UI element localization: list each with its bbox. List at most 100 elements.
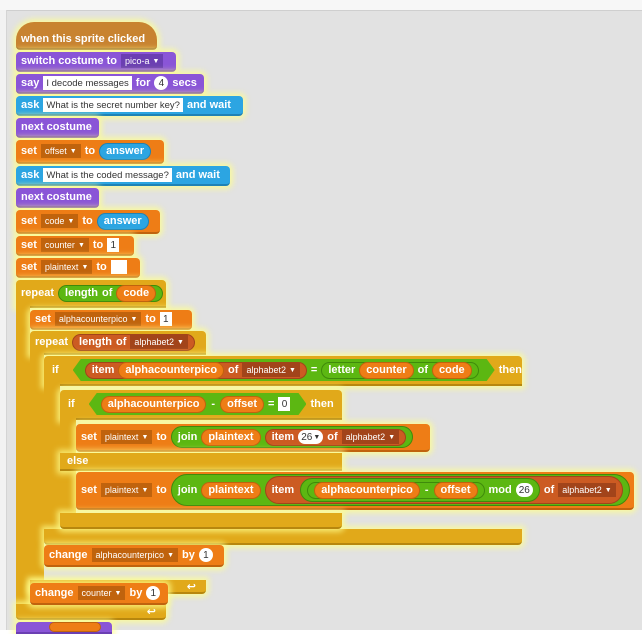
minus-sign: - — [211, 398, 216, 410]
question-input[interactable]: What is the coded message? — [43, 168, 172, 182]
variable-value: plaintext — [104, 485, 139, 495]
variable-value: plaintext — [44, 262, 79, 272]
if-footer — [44, 529, 522, 545]
when-sprite-clicked-block[interactable]: when this sprite clicked — [16, 22, 157, 50]
offset-reporter[interactable]: offset — [433, 481, 478, 499]
repeat-block[interactable]: repeat length of code — [16, 280, 166, 308]
variable-value: plaintext — [104, 432, 139, 442]
answer-reporter[interactable]: answer — [99, 142, 152, 160]
ask-and-wait-block[interactable]: ask What is the secret number key? and w… — [16, 96, 243, 116]
say-for-secs-block[interactable]: say I decode messages for 4 secs — [16, 74, 204, 94]
alphacounterpico-reporter[interactable]: alphacounterpico — [314, 481, 420, 499]
code-reporter[interactable]: code — [432, 362, 472, 379]
alphacounterpico-reporter[interactable]: alphacounterpico — [118, 362, 224, 379]
variable-dropdown[interactable]: plaintext ▼ — [40, 260, 93, 274]
set-variable-block[interactable]: set plaintext ▼ to join plaintext item al… — [76, 472, 634, 510]
next-costume-block[interactable]: next costume — [16, 188, 99, 208]
offset-reporter[interactable]: offset — [220, 396, 264, 413]
costume-dropdown[interactable]: pico-a ▼ — [120, 54, 164, 68]
of-label: of — [417, 364, 428, 376]
top-bar — [0, 0, 642, 11]
value-input[interactable]: 1 — [159, 312, 172, 326]
alphacounterpico-reporter[interactable]: alphacounterpico — [101, 396, 207, 413]
list-dropdown[interactable]: alphabet2 ▼ — [558, 483, 616, 497]
length-label: length — [79, 336, 113, 348]
change-variable-block[interactable]: change counter ▼ by 1 — [30, 583, 168, 605]
equals-condition[interactable]: alphacounterpico - offset = 0 — [89, 393, 307, 415]
dropdown-arrow-icon: ▼ — [152, 57, 160, 65]
repeat-block[interactable]: repeat length of alphabet2 ▼ — [30, 331, 206, 355]
variable-value: alphacounterpico — [95, 550, 165, 560]
value-input[interactable]: 1 — [146, 586, 161, 600]
subtract-reporter[interactable]: alphacounterpico - offset — [307, 481, 485, 499]
then-label: then — [310, 398, 334, 410]
block-label: say — [21, 77, 40, 89]
variable-dropdown[interactable]: code ▼ — [40, 214, 79, 228]
by-label: by — [182, 549, 195, 561]
code-reporter[interactable]: code — [116, 284, 157, 302]
variable-dropdown[interactable]: alphacounterpico ▼ — [91, 548, 179, 562]
equals-sign: = — [268, 398, 275, 410]
switch-costume-block[interactable]: switch costume to pico-a ▼ — [16, 52, 176, 72]
plaintext-reporter[interactable]: plaintext — [201, 428, 261, 446]
value-input[interactable]: 0 — [278, 397, 290, 411]
value-input[interactable]: 1 — [198, 548, 213, 562]
dropdown-arrow-icon: ▼ — [67, 217, 75, 225]
block-label: next costume — [21, 121, 92, 133]
subtract-reporter[interactable]: alphacounterpico - offset — [101, 396, 264, 413]
item-of-list-reporter[interactable]: item 26 ▼ of alphabet2 ▼ — [264, 428, 407, 446]
value-input[interactable]: 1 — [107, 238, 120, 252]
list-value: alphabet2 — [134, 337, 174, 347]
dropdown-arrow-icon: ▼ — [130, 315, 138, 323]
item-index-dropdown[interactable]: 26 ▼ — [298, 430, 324, 444]
list-dropdown[interactable]: alphabet2 ▼ — [242, 363, 299, 377]
next-costume-block[interactable]: next costume — [16, 118, 99, 138]
variable-dropdown[interactable]: alphacounterpico ▼ — [54, 312, 142, 326]
set-variable-block[interactable]: set counter ▼ to 1 — [16, 236, 134, 256]
variable-dropdown[interactable]: offset ▼ — [40, 144, 81, 158]
question-input[interactable]: What is the secret number key? — [43, 98, 183, 112]
set-variable-block[interactable]: set alphacounterpico ▼ to 1 — [30, 310, 192, 330]
block-label: set — [81, 484, 97, 496]
set-variable-block[interactable]: set plaintext ▼ to — [16, 258, 140, 278]
wait-label: and wait — [175, 169, 220, 181]
set-variable-block[interactable]: set offset ▼ to answer — [16, 140, 164, 164]
variable-dropdown[interactable]: plaintext ▼ — [100, 483, 153, 497]
set-variable-block[interactable]: set code ▼ to answer — [16, 210, 160, 234]
variable-dropdown[interactable]: counter ▼ — [40, 238, 89, 252]
mod-value-input[interactable]: 26 — [515, 483, 533, 497]
join-reporter[interactable]: join plaintext item 26 ▼ of alphabet2 ▼ — [170, 426, 414, 448]
variable-dropdown[interactable]: plaintext ▼ — [100, 430, 153, 444]
length-of-list-reporter[interactable]: length of alphabet2 ▼ — [72, 333, 195, 351]
counter-reporter[interactable]: counter — [359, 362, 413, 379]
mod-label: mod — [488, 484, 512, 496]
plaintext-reporter[interactable]: plaintext — [201, 481, 261, 499]
ask-and-wait-block[interactable]: ask What is the coded message? and wait — [16, 166, 230, 186]
hat-label: when this sprite clicked — [21, 33, 146, 45]
change-variable-block[interactable]: change alphacounterpico ▼ by 1 — [44, 545, 224, 567]
join-reporter[interactable]: join plaintext item alphacounterpico - o… — [170, 474, 630, 506]
length-of-reporter[interactable]: length of code — [58, 284, 164, 302]
set-variable-block[interactable]: set plaintext ▼ to join plaintext item 26… — [76, 424, 430, 452]
secs-input[interactable]: 4 — [154, 76, 169, 90]
block-label: set — [21, 239, 37, 251]
if-else-block[interactable]: if alphacounterpico - offset = 0 then — [60, 390, 342, 420]
answer-reporter[interactable]: answer — [96, 212, 149, 230]
partial-block[interactable] — [16, 622, 112, 634]
if-block[interactable]: if item alphacounterpico of alphabet2 ▼ =… — [44, 356, 522, 386]
variable-dropdown[interactable]: counter ▼ — [77, 586, 126, 600]
dropdown-arrow-icon: ▼ — [77, 241, 85, 249]
item-of-list-reporter[interactable]: item alphacounterpico of alphabet2 ▼ — [85, 362, 307, 379]
mod-reporter[interactable]: alphacounterpico - offset mod 26 — [300, 478, 540, 502]
list-dropdown[interactable]: alphabet2 ▼ — [130, 335, 188, 349]
item-of-list-reporter[interactable]: item alphacounterpico - offset mod 26 of… — [264, 476, 623, 504]
list-dropdown[interactable]: alphabet2 ▼ — [341, 430, 400, 444]
of-label: of — [327, 431, 338, 443]
dropdown-arrow-icon: ▼ — [141, 433, 149, 441]
equals-condition[interactable]: item alphacounterpico of alphabet2 ▼ = le… — [73, 359, 495, 381]
value-input[interactable] — [110, 260, 127, 274]
message-input[interactable]: I decode messages — [43, 76, 132, 90]
letter-of-reporter[interactable]: letter counter of code — [321, 362, 478, 379]
block-label: switch costume to — [21, 55, 117, 67]
block-label: next costume — [21, 191, 92, 203]
